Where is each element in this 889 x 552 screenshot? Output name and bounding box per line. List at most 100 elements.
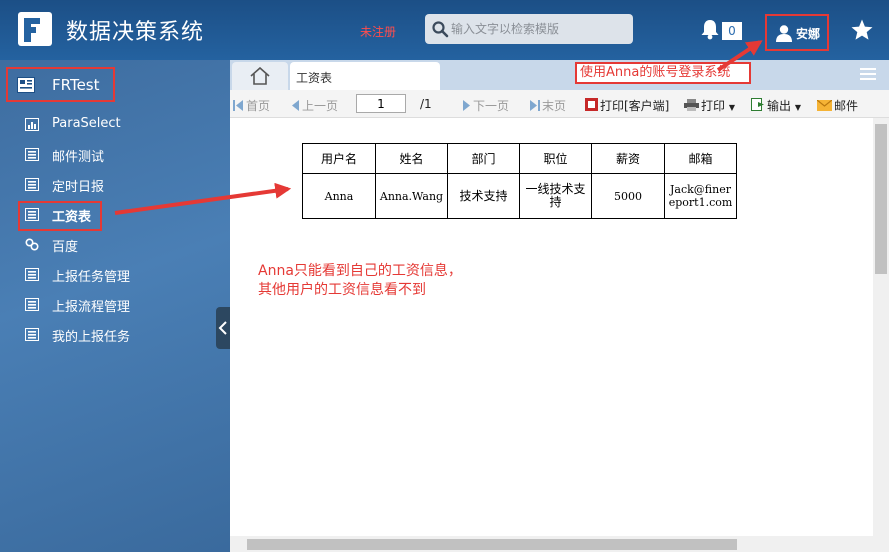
notification-count-badge[interactable]: 0 bbox=[722, 22, 742, 40]
prev-page-icon bbox=[292, 100, 299, 111]
last-page-icon bbox=[530, 100, 540, 111]
app-title: 数据决策系统 bbox=[66, 20, 205, 45]
mail-icon bbox=[817, 100, 832, 111]
horizontal-scrollbar[interactable] bbox=[230, 536, 889, 552]
print-client-button[interactable]: 打印[客户端] bbox=[585, 97, 669, 114]
print-button[interactable]: 打印 ▼ bbox=[684, 97, 735, 114]
tab-bar: 工资表 bbox=[230, 60, 889, 90]
first-page-button[interactable]: 首页 bbox=[233, 97, 270, 114]
sidebar-item-report-flow-mgmt[interactable]: 上报流程管理 bbox=[0, 292, 230, 318]
sidebar-item-baidu[interactable]: 百度 bbox=[0, 232, 230, 258]
tab-salary[interactable]: 工资表 bbox=[290, 62, 440, 90]
salary-highlight-box bbox=[18, 201, 102, 231]
sidebar-item-report-task-mgmt[interactable]: 上报任务管理 bbox=[0, 262, 230, 288]
table-row: Anna Anna.Wang 技术支持 一线技术支持 5000 Jack@fin… bbox=[302, 173, 737, 219]
template-search[interactable] bbox=[425, 14, 633, 44]
search-input[interactable] bbox=[451, 19, 629, 39]
column-header: 姓名 bbox=[375, 143, 448, 174]
table-cell-email: Jack@finereport1.com bbox=[664, 173, 737, 219]
dropdown-caret-icon: ▼ bbox=[794, 103, 801, 112]
login-annotation: 使用Anna的账号登录系统 bbox=[575, 62, 751, 84]
last-page-button[interactable]: 末页 bbox=[529, 97, 566, 114]
vertical-scroll-thumb[interactable] bbox=[875, 124, 887, 274]
next-page-button[interactable]: 下一页 bbox=[462, 97, 509, 114]
first-page-icon bbox=[233, 100, 243, 111]
main-panel: 工资表 首页 上一页 /1 下一页 末页 打印[客户端] 打印 ▼ 输出 ▼ bbox=[230, 60, 889, 552]
user-icon bbox=[776, 25, 792, 42]
sidebar-item-mail-test[interactable]: 邮件测试 bbox=[0, 142, 230, 168]
sidebar-item-label: 我的上报任务 bbox=[52, 330, 131, 345]
top-bar: 数据决策系统 未注册 0 安娜 bbox=[0, 0, 889, 60]
chevron-left-icon bbox=[218, 321, 227, 335]
bell-icon[interactable] bbox=[699, 18, 721, 40]
sidebar-item-daily-report[interactable]: 定时日报 bbox=[0, 172, 230, 198]
print-label: 打印 bbox=[701, 99, 726, 113]
folder-icon bbox=[17, 77, 35, 93]
search-icon[interactable] bbox=[431, 20, 449, 38]
sidebar-item-label: 定时日报 bbox=[52, 180, 105, 195]
sidebar-item-paraselect[interactable]: ParaSelect bbox=[0, 112, 230, 138]
report-icon bbox=[25, 178, 39, 191]
sidebar: FRTest ParaSelect 邮件测试 定时日报 工资表 百度 上报任务管… bbox=[0, 60, 230, 552]
column-header: 职位 bbox=[519, 143, 592, 174]
next-page-label: 下一页 bbox=[473, 99, 510, 113]
export-button[interactable]: 输出 ▼ bbox=[751, 97, 801, 114]
export-icon bbox=[751, 98, 764, 111]
report-toolbar: 首页 上一页 /1 下一页 末页 打印[客户端] 打印 ▼ 输出 ▼ 邮件 bbox=[230, 90, 889, 118]
table-cell-name: Anna.Wang bbox=[375, 173, 448, 219]
first-page-label: 首页 bbox=[246, 99, 271, 113]
page-total: /1 bbox=[420, 97, 432, 111]
sidebar-item-label: 上报任务管理 bbox=[52, 270, 131, 285]
sidebar-collapse-handle[interactable] bbox=[216, 307, 230, 349]
user-name: 安娜 bbox=[796, 27, 821, 41]
user-menu[interactable]: 安娜 bbox=[765, 14, 829, 51]
star-icon[interactable] bbox=[850, 18, 874, 42]
app-logo-icon bbox=[18, 12, 52, 46]
sidebar-item-label: ParaSelect bbox=[52, 116, 121, 131]
report-icon bbox=[25, 268, 39, 281]
tab-label: 工资表 bbox=[296, 71, 333, 85]
sidebar-item-label: 百度 bbox=[52, 240, 79, 255]
home-icon bbox=[250, 67, 270, 85]
table-header-row: 用户名 姓名 部门 职位 薪资 邮箱 bbox=[302, 143, 737, 174]
mail-button[interactable]: 邮件 bbox=[817, 97, 858, 114]
export-label: 输出 bbox=[767, 99, 792, 113]
table-cell-department: 技术支持 bbox=[447, 173, 520, 219]
report-icon bbox=[25, 298, 39, 311]
page-number-input[interactable] bbox=[356, 94, 406, 113]
horizontal-scroll-thumb[interactable] bbox=[247, 539, 737, 550]
dropdown-caret-icon: ▼ bbox=[728, 103, 735, 112]
pdf-print-icon bbox=[585, 98, 598, 111]
info-annotation-line: 其他用户的工资信息看不到 bbox=[258, 282, 426, 298]
link-icon bbox=[25, 238, 39, 251]
printer-icon bbox=[684, 99, 699, 111]
report-icon bbox=[25, 328, 39, 341]
next-page-icon bbox=[463, 100, 470, 111]
column-header: 部门 bbox=[447, 143, 520, 174]
info-annotation-line: Anna只能看到自己的工资信息， bbox=[258, 263, 462, 279]
vertical-scrollbar[interactable] bbox=[873, 118, 889, 538]
column-header: 用户名 bbox=[302, 143, 376, 174]
hamburger-menu-icon[interactable] bbox=[860, 67, 876, 81]
info-annotation: Anna只能看到自己的工资信息， 其他用户的工资信息看不到 bbox=[258, 262, 462, 300]
report-canvas: 用户名 姓名 部门 职位 薪资 邮箱 Anna Anna.Wang 技术支持 一… bbox=[230, 118, 873, 538]
salary-table: 用户名 姓名 部门 职位 薪资 邮箱 Anna Anna.Wang 技术支持 一… bbox=[302, 143, 737, 219]
mail-label: 邮件 bbox=[834, 99, 859, 113]
last-page-label: 末页 bbox=[542, 99, 567, 113]
table-cell-username: Anna bbox=[302, 173, 376, 219]
prev-page-button[interactable]: 上一页 bbox=[291, 97, 338, 114]
column-header: 薪资 bbox=[591, 143, 665, 174]
chart-report-icon bbox=[25, 118, 39, 131]
table-cell-salary: 5000 bbox=[591, 173, 665, 219]
table-cell-position: 一线技术支持 bbox=[519, 173, 592, 219]
print-client-label: 打印[客户端] bbox=[600, 99, 670, 113]
tab-home[interactable] bbox=[232, 62, 288, 90]
unregistered-label[interactable]: 未注册 bbox=[360, 23, 396, 40]
sidebar-item-label: 邮件测试 bbox=[52, 150, 105, 165]
sidebar-root-frtest[interactable]: FRTest bbox=[6, 67, 115, 102]
sidebar-root-label: FRTest bbox=[52, 76, 100, 94]
prev-page-label: 上一页 bbox=[302, 99, 339, 113]
report-icon bbox=[25, 148, 39, 161]
sidebar-item-my-report-task[interactable]: 我的上报任务 bbox=[0, 322, 230, 348]
sidebar-item-label: 上报流程管理 bbox=[52, 300, 131, 315]
